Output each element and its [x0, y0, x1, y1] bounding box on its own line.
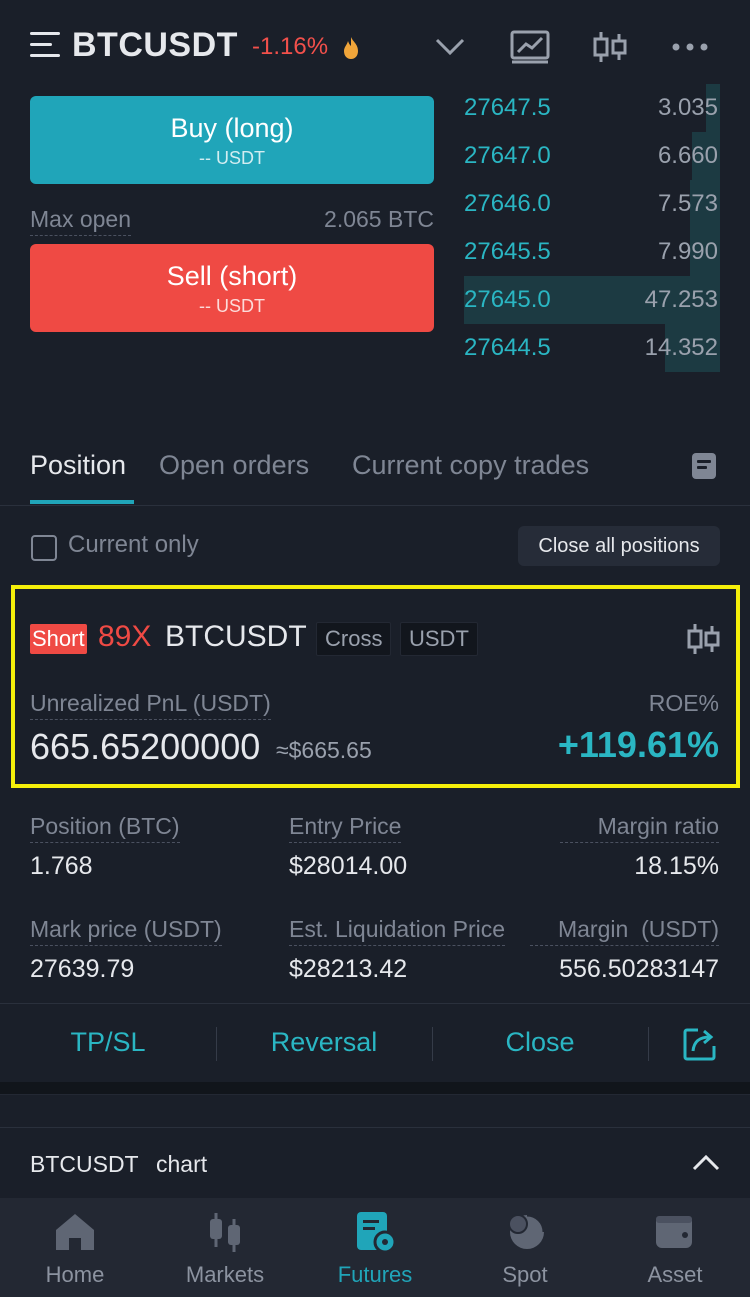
nav-home-label: Home: [45, 1262, 105, 1287]
price-change: -1.16%: [252, 33, 329, 60]
sell-short-button[interactable]: Sell (short) -- USDT: [30, 244, 434, 332]
section-spacer: [0, 1082, 750, 1094]
mark-price-value: 27639.79: [30, 955, 135, 983]
orderbook-quantity: 14.352: [644, 334, 718, 361]
active-tab-indicator: [30, 500, 134, 504]
position-symbol[interactable]: BTCUSDT: [165, 620, 307, 654]
fire-icon: [344, 37, 358, 59]
nav-futures[interactable]: Futures: [300, 1198, 450, 1297]
margin-ratio-label: Margin ratio: [560, 813, 719, 843]
position-size-value: 1.768: [30, 852, 93, 880]
liquidation-price-label: Est. Liquidation Price: [289, 916, 506, 946]
orderbook-quantity: 3.035: [657, 94, 718, 121]
nav-futures-label: Futures: [337, 1262, 413, 1287]
chart-symbol: BTCUSDT: [30, 1151, 139, 1177]
chart-label: chart: [156, 1151, 208, 1177]
side-badge: Short: [30, 624, 87, 654]
orderbook-quantity: 7.990: [657, 238, 718, 265]
orderbook-row[interactable]: 27647.5 3.035: [464, 84, 720, 132]
leverage: 89X: [98, 620, 152, 653]
max-open-value: 2.065 BTC: [324, 206, 434, 232]
buy-amount: -- USDT: [199, 148, 265, 168]
margin-value: 556.50283147: [559, 955, 719, 983]
settle-tag: USDT: [400, 622, 478, 656]
reversal-button[interactable]: Reversal: [246, 1027, 402, 1058]
header-symbol[interactable]: BTCUSDT: [72, 26, 238, 65]
home-icon: [56, 1214, 94, 1250]
nav-spot[interactable]: Spot: [450, 1198, 600, 1297]
candlestick-icon[interactable]: [592, 30, 628, 64]
orderbook-row[interactable]: 27647.0 6.660: [464, 132, 720, 180]
unrealized-pnl-approx: ≈$665.65: [276, 737, 372, 763]
markets-icon: [210, 1213, 240, 1252]
orderbook-quantity: 47.253: [644, 286, 718, 313]
orderbook-price: 27645.0: [464, 286, 551, 313]
buy-long-button[interactable]: Buy (long) -- USDT: [30, 96, 434, 184]
more-icon[interactable]: [670, 30, 710, 64]
roe-value: +119.61%: [557, 724, 719, 765]
tab-position[interactable]: Position: [30, 450, 126, 481]
document-icon[interactable]: [692, 453, 716, 479]
position-size-label: Position (BTC): [30, 813, 180, 843]
chevron-up-icon[interactable]: [692, 1152, 720, 1172]
nav-home[interactable]: Home: [0, 1198, 150, 1297]
unrealized-pnl-label: Unrealized PnL (USDT): [30, 690, 271, 720]
buy-label: Buy (long): [170, 113, 294, 143]
margin-ratio-value: 18.15%: [634, 852, 719, 880]
orderbook-price: 27647.0: [464, 142, 551, 169]
sell-label: Sell (short): [166, 261, 298, 291]
margin-label: Margin (USDT): [530, 916, 719, 946]
liquidation-price-value: $28213.42: [289, 955, 408, 983]
orderbook-price: 27647.5: [464, 94, 551, 121]
nav-markets-label: Markets: [185, 1262, 265, 1287]
nav-asset[interactable]: Asset: [600, 1198, 750, 1297]
action-separator: [648, 1027, 649, 1061]
margin-mode-tag: Cross: [316, 622, 392, 656]
sell-amount: -- USDT: [199, 296, 265, 316]
wallet-icon: [656, 1216, 692, 1248]
action-separator: [216, 1027, 217, 1061]
current-only-checkbox[interactable]: [31, 535, 57, 561]
orderbook-quantity: 7.573: [657, 190, 718, 217]
nav-asset-label: Asset: [647, 1262, 703, 1287]
spot-icon: [508, 1213, 546, 1249]
entry-price-value: $28014.00: [289, 852, 408, 880]
orderbook-row[interactable]: 27645.0 47.253: [464, 276, 720, 324]
unrealized-pnl-value: 665.65200000: [30, 726, 261, 767]
orderbook-price: 27644.5: [464, 334, 551, 361]
close-all-positions-button[interactable]: Close all positions: [518, 526, 720, 566]
roe-label: ROE%: [648, 690, 719, 716]
orderbook-row[interactable]: 27645.5 7.990: [464, 228, 720, 276]
chart-icon[interactable]: [510, 30, 550, 64]
mark-price-label: Mark price (USDT): [30, 916, 222, 946]
orderbook-row[interactable]: 27644.5 14.352: [464, 324, 720, 372]
candlestick-icon[interactable]: [686, 622, 720, 656]
nav-spot-label: Spot: [502, 1262, 548, 1287]
orderbook-price: 27645.5: [464, 238, 551, 265]
tab-divider: [0, 505, 750, 506]
orderbook-row[interactable]: 27646.0 7.573: [464, 180, 720, 228]
action-separator: [432, 1027, 433, 1061]
close-position-button[interactable]: Close: [462, 1027, 618, 1058]
tpsl-button[interactable]: TP/SL: [30, 1027, 186, 1058]
menu-icon[interactable]: [30, 32, 60, 58]
futures-icon: [357, 1212, 397, 1254]
nav-markets[interactable]: Markets: [150, 1198, 300, 1297]
tab-current-copy-trades[interactable]: Current copy trades: [352, 450, 589, 481]
tab-open-orders[interactable]: Open orders: [159, 450, 309, 481]
chart-divider: [0, 1127, 750, 1128]
share-icon[interactable]: [682, 1026, 718, 1062]
orderbook-price: 27646.0: [464, 190, 551, 217]
entry-price-label: Entry Price: [289, 813, 402, 843]
current-only-label[interactable]: Current only: [68, 531, 199, 559]
chevron-down-icon[interactable]: [434, 30, 466, 64]
chart-section: [0, 1094, 750, 1198]
max-open-label: Max open: [30, 206, 132, 236]
orderbook-quantity: 6.660: [657, 142, 718, 169]
